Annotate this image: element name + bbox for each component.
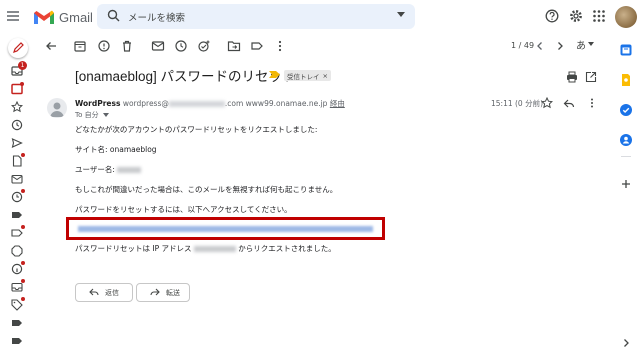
- via-link[interactable]: 経由: [330, 99, 345, 108]
- unread-badge: 1: [18, 61, 27, 70]
- search-icon[interactable]: [107, 9, 120, 22]
- forward-label: 転送: [166, 288, 180, 297]
- body-line-site-name: サイト名: onamaeblog: [75, 145, 157, 154]
- account-avatar[interactable]: [615, 6, 637, 28]
- main-menu-icon[interactable]: [6, 9, 22, 25]
- mark-unread-mail-icon[interactable]: [151, 39, 165, 53]
- redacted-username: [117, 167, 142, 173]
- password-reset-link[interactable]: [78, 226, 373, 232]
- label-icon-2[interactable]: [11, 317, 25, 331]
- reply-arrow-icon[interactable]: [563, 97, 575, 109]
- message-date: 15:11 (0 分前): [491, 99, 544, 108]
- label-chip-text: 受信トレイ: [287, 72, 320, 81]
- dropdown-caret-icon: [588, 42, 594, 46]
- star-icon[interactable]: [541, 97, 553, 109]
- gmail-m-icon: [34, 10, 54, 24]
- labels-icon[interactable]: [250, 39, 264, 53]
- google-apps-icon[interactable]: [592, 9, 606, 23]
- keep-icon[interactable]: [619, 73, 633, 87]
- all-mail-icon[interactable]: [11, 173, 25, 187]
- newer-chevron-left-icon[interactable]: [533, 39, 547, 53]
- add-to-tasks-icon[interactable]: [197, 39, 211, 53]
- redacted-ip-address: [193, 246, 236, 252]
- sender-name[interactable]: WordPress: [75, 99, 120, 108]
- forward-button[interactable]: 転送: [136, 283, 190, 302]
- username-label: ユーザー名:: [75, 165, 115, 174]
- get-addons-plus-icon[interactable]: [619, 177, 633, 191]
- delete-trash-icon[interactable]: [120, 39, 134, 53]
- move-to-folder-icon[interactable]: [227, 39, 241, 53]
- sender-avatar[interactable]: [47, 98, 67, 118]
- redacted-domain: [168, 101, 225, 107]
- forward-icon: [150, 288, 160, 296]
- body-line-ip: パスワードリセットは IP アドレス からリクエストされました。: [75, 243, 336, 254]
- sender-address-prefix: wordpress@: [122, 99, 169, 108]
- message-subject: [onamaeblog] パスワードのリセット: [75, 69, 296, 84]
- recipient-line[interactable]: To 自分: [75, 110, 109, 120]
- pagination-count: 1 / 49: [511, 41, 535, 50]
- spam-icon[interactable]: [11, 245, 25, 259]
- help-icon[interactable]: [545, 9, 559, 23]
- compose-button[interactable]: [8, 38, 28, 58]
- gmail-logo[interactable]: Gmail: [33, 7, 93, 27]
- label-icon-3[interactable]: [11, 335, 25, 349]
- important-marker-icon[interactable]: [269, 71, 280, 78]
- gmail-wordmark: Gmail: [59, 9, 93, 25]
- open-in-new-window-icon[interactable]: [585, 71, 597, 83]
- snooze-clock-icon[interactable]: [174, 39, 188, 53]
- side-panel-divider: [621, 156, 631, 157]
- search-placeholder[interactable]: メールを検索: [128, 10, 185, 24]
- hide-side-panel-chevron-icon[interactable]: [619, 336, 633, 350]
- snoozed-clock-icon[interactable]: [11, 119, 25, 133]
- updates-icon[interactable]: [11, 279, 25, 295]
- reply-label: 返信: [105, 288, 119, 297]
- print-icon[interactable]: [566, 71, 578, 83]
- search-bar[interactable]: メールを検索: [97, 4, 415, 29]
- message-toolbar: 1 / 49 あ: [36, 33, 608, 59]
- sender-address-suffix: .com www99.onamae.ne.jp: [224, 99, 328, 108]
- recipient-text: To 自分: [75, 111, 99, 119]
- calendar-icon[interactable]: [619, 43, 633, 57]
- reply-button[interactable]: 返信: [75, 283, 133, 302]
- search-options-icon[interactable]: [397, 12, 405, 17]
- recipient-details-caret-icon[interactable]: [102, 113, 109, 117]
- back-arrow-icon[interactable]: [44, 39, 58, 53]
- input-tools-button[interactable]: あ: [576, 37, 598, 52]
- contacts-icon[interactable]: [619, 133, 633, 147]
- ip-suffix: からリクエストされました。: [238, 244, 336, 253]
- info-icon[interactable]: [11, 261, 25, 277]
- left-navigation-rail: 1: [0, 33, 36, 354]
- report-spam-icon[interactable]: [97, 39, 111, 53]
- remove-label-icon[interactable]: ×: [323, 72, 328, 80]
- top-bar: Gmail メールを検索: [0, 0, 640, 33]
- starred-icon[interactable]: [11, 101, 25, 115]
- reply-icon: [89, 288, 99, 296]
- promotions-tag-icon[interactable]: [11, 297, 25, 313]
- sent-icon[interactable]: [11, 137, 25, 151]
- more-options-icon[interactable]: [273, 39, 287, 53]
- ip-label: パスワードリセットは IP アドレス: [75, 244, 192, 253]
- input-tools-label: あ: [576, 40, 586, 52]
- scheduled-icon[interactable]: [11, 189, 25, 205]
- body-line-intro: どなたかが次のアカウントのパスワードリセットをリクエストしました:: [75, 125, 318, 134]
- body-line-ignore: もしこれが間違いだった場合は、このメールを無視すれば何も起こりません。: [75, 185, 338, 194]
- label-outline-icon[interactable]: [11, 225, 25, 241]
- highlight-box: [66, 217, 385, 240]
- message-more-options-icon[interactable]: [586, 97, 598, 109]
- tasks-icon[interactable]: [619, 103, 633, 117]
- body-line-username: ユーザー名:: [75, 164, 142, 175]
- older-chevron-right-icon[interactable]: [553, 39, 567, 53]
- settings-gear-icon[interactable]: [569, 9, 583, 23]
- body-line-instructions: パスワードをリセットするには、以下へアクセスしてください。: [75, 205, 292, 214]
- side-panel: [612, 33, 640, 354]
- inbox-icon[interactable]: 1: [11, 61, 27, 79]
- sender-line: WordPress wordpress@ .com www99.onamae.ne…: [75, 98, 345, 109]
- label-icon[interactable]: [11, 209, 25, 223]
- drafts-icon[interactable]: [11, 153, 25, 169]
- inbox-label-chip[interactable]: 受信トレイ ×: [284, 70, 331, 81]
- archive-icon[interactable]: [73, 39, 87, 53]
- inbox-selected-icon[interactable]: [11, 82, 25, 97]
